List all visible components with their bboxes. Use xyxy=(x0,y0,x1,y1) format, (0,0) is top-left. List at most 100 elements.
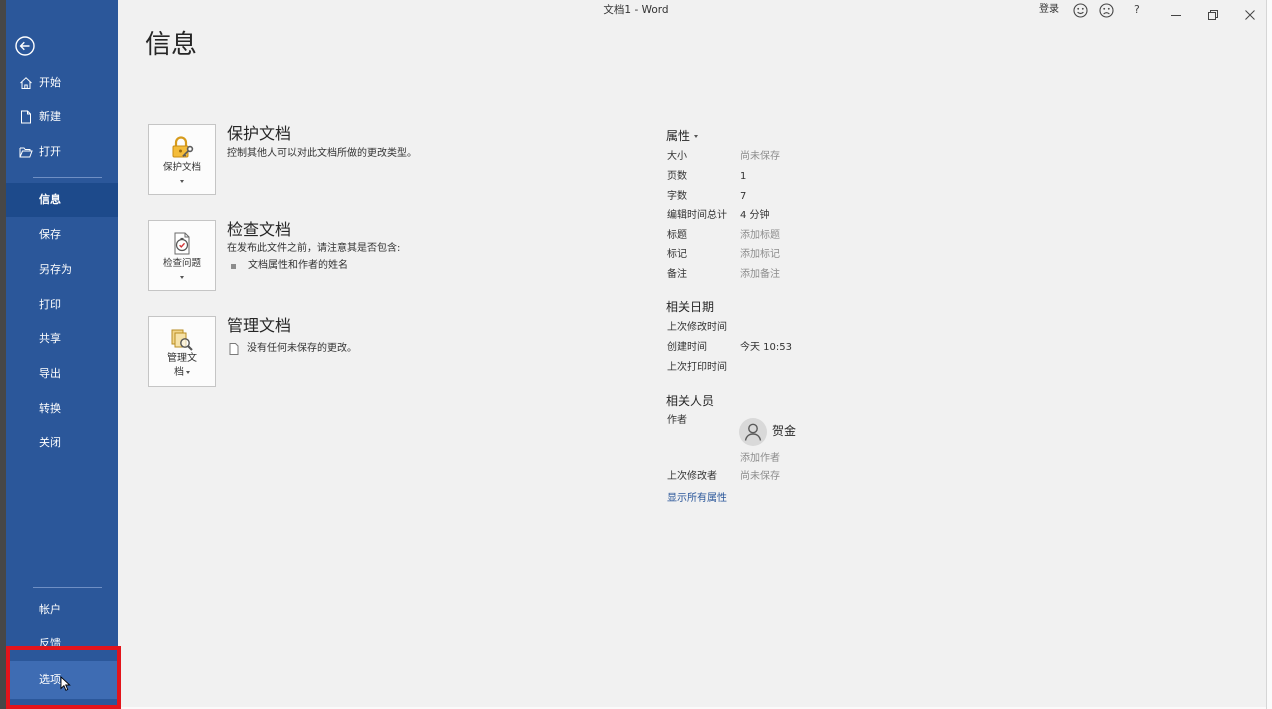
sidebar-item-new[interactable]: 新建 xyxy=(6,100,118,134)
restore-icon[interactable] xyxy=(1208,5,1218,20)
tags-field[interactable]: 添加标记 xyxy=(740,248,780,262)
property-value: 7 xyxy=(740,191,747,202)
property-label: 字数 xyxy=(667,191,687,202)
frown-icon[interactable] xyxy=(1099,3,1114,18)
backstage-sidebar: 开始 新建 打开 信息 保存 另存为 打印 共享 导出 转换 关闭 帐户 反馈 … xyxy=(6,0,118,709)
dropdown-arrow-icon xyxy=(180,276,184,279)
sidebar-item-home[interactable]: 开始 xyxy=(6,66,118,100)
related-people-heading-label: 相关人员 xyxy=(666,394,715,408)
status-line: 没有任何未保存的更改。 xyxy=(229,342,357,356)
date-label: 上次修改时间 xyxy=(667,322,727,333)
new-document-icon xyxy=(19,110,33,124)
section-title: 管理文档 xyxy=(227,316,292,335)
property-label: 大小 xyxy=(667,151,687,162)
bullet-icon xyxy=(231,263,236,269)
section-description: 在发布此文件之前，请注意其是否包含: xyxy=(227,243,401,254)
dropdown-arrow-icon xyxy=(180,180,184,183)
manage-document-icon xyxy=(169,327,195,353)
related-dates-heading: 相关日期 xyxy=(666,299,714,315)
window-right-edge xyxy=(1266,0,1272,709)
back-button[interactable] xyxy=(14,35,36,57)
sidebar-item-label: 保存 xyxy=(39,228,61,241)
related-dates-heading-label: 相关日期 xyxy=(666,300,715,314)
properties-heading[interactable]: 属性 xyxy=(666,128,699,144)
avatar[interactable] xyxy=(739,418,767,446)
sidebar-item-close[interactable]: 关闭 xyxy=(6,426,118,460)
sidebar-item-label: 关闭 xyxy=(39,436,61,449)
property-row: 备注 添加备注 xyxy=(667,268,967,282)
check-for-issues-button[interactable]: 检查问题 xyxy=(148,220,216,291)
property-label: 标记 xyxy=(667,249,687,260)
list-item-text: 文档属性和作者的姓名 xyxy=(248,260,348,271)
property-row: 大小 尚未保存 xyxy=(667,150,967,164)
manage-document-button-label: 管理文档 xyxy=(167,353,197,378)
minimize-icon[interactable] xyxy=(1171,5,1181,16)
property-label: 备注 xyxy=(667,269,687,280)
title-field[interactable]: 添加标题 xyxy=(740,229,780,243)
property-row: 标题 添加标题 xyxy=(667,229,967,243)
back-arrow-icon xyxy=(15,36,35,56)
manage-document-button[interactable]: 管理文档 xyxy=(148,316,216,387)
sidebar-item-label: 共享 xyxy=(39,332,61,345)
sidebar-item-label: 另存为 xyxy=(39,263,72,276)
show-all-properties-link[interactable]: 显示所有属性 xyxy=(667,492,727,506)
author-label: 作者 xyxy=(667,415,687,426)
home-icon xyxy=(19,76,33,90)
property-row: 页数 1 xyxy=(667,170,967,184)
open-folder-icon xyxy=(19,145,33,159)
sign-in-link[interactable]: 登录 xyxy=(1039,3,1059,17)
property-value: 4 分钟 xyxy=(740,210,770,221)
sidebar-item-account[interactable]: 帐户 xyxy=(6,593,118,627)
check-for-issues-button-label: 检查问题 xyxy=(162,258,201,269)
property-label: 页数 xyxy=(667,171,687,182)
button-label-container: 管理文档 xyxy=(165,352,199,380)
sidebar-divider xyxy=(33,177,102,178)
dropdown-arrow-icon xyxy=(694,134,699,138)
author-row: 作者 xyxy=(667,414,967,428)
sidebar-item-save[interactable]: 保存 xyxy=(6,218,118,252)
protect-document-button[interactable]: 保护文档 xyxy=(148,124,216,195)
author-name: 贺金 xyxy=(772,424,797,438)
sidebar-item-print[interactable]: 打印 xyxy=(6,288,118,322)
date-row: 创建时间 今天 10:53 xyxy=(667,341,967,355)
sidebar-item-export[interactable]: 导出 xyxy=(6,357,118,391)
close-icon[interactable] xyxy=(1245,5,1255,20)
property-label: 编辑时间总计 xyxy=(667,210,727,221)
properties-heading-label: 属性 xyxy=(666,129,691,143)
sidebar-item-transform[interactable]: 转换 xyxy=(6,392,118,426)
date-row: 上次打印时间 xyxy=(667,361,967,375)
sidebar-item-open[interactable]: 打开 xyxy=(6,135,118,169)
related-people-heading: 相关人员 xyxy=(666,393,714,409)
add-author-field[interactable]: 添加作者 xyxy=(740,452,780,466)
section-title: 检查文档 xyxy=(227,220,292,239)
last-modified-by-label: 上次修改者 xyxy=(667,471,717,482)
inspect-document-icon xyxy=(169,231,195,257)
sidebar-item-label: 打开 xyxy=(39,145,61,158)
smiley-icon[interactable] xyxy=(1073,3,1088,18)
property-row: 字数 7 xyxy=(667,190,967,204)
help-button[interactable]: ? xyxy=(1134,2,1140,18)
section-description: 控制其他人可以对此文档所做的更改类型。 xyxy=(227,148,417,159)
sidebar-item-label: 转换 xyxy=(39,402,61,415)
dropdown-arrow-icon xyxy=(186,370,190,374)
sidebar-item-save-as[interactable]: 另存为 xyxy=(6,253,118,287)
sidebar-item-label: 开始 xyxy=(39,76,61,89)
sidebar-item-share[interactable]: 共享 xyxy=(6,322,118,356)
last-modified-by-value: 尚未保存 xyxy=(740,471,780,482)
date-label: 创建时间 xyxy=(667,342,707,353)
list-item: 文档属性和作者的姓名 xyxy=(231,259,348,273)
sidebar-item-label: 新建 xyxy=(39,110,61,123)
sidebar-divider xyxy=(33,587,102,588)
section-title: 保护文档 xyxy=(227,124,292,143)
sidebar-item-info[interactable]: 信息 xyxy=(6,183,118,217)
sidebar-item-label: 帐户 xyxy=(39,603,61,616)
date-row: 上次修改时间 xyxy=(667,321,967,335)
protect-document-button-label: 保护文档 xyxy=(162,162,201,173)
property-row: 编辑时间总计 4 分钟 xyxy=(667,209,967,223)
last-modified-by-row: 上次修改者 尚未保存 xyxy=(667,470,967,484)
window-title: 文档1 - Word xyxy=(603,4,669,16)
sidebar-item-label: 打印 xyxy=(39,298,61,311)
comments-field[interactable]: 添加备注 xyxy=(740,268,780,282)
sidebar-item-label: 导出 xyxy=(39,367,61,380)
sidebar-item-label: 信息 xyxy=(39,193,61,206)
